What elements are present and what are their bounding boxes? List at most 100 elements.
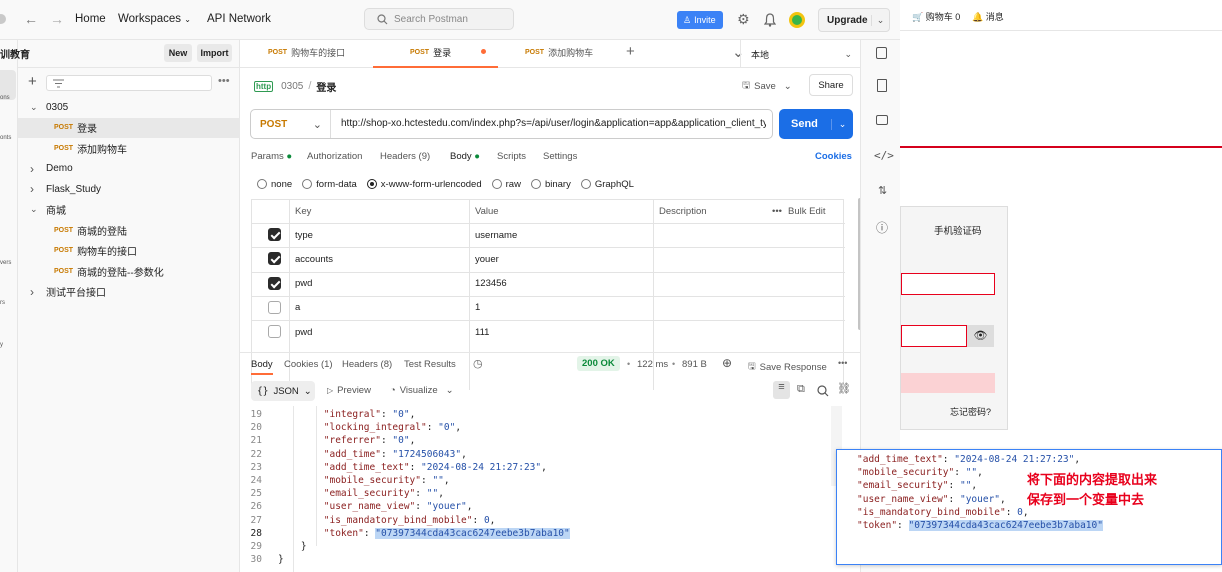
body-type-option[interactable]: none	[257, 179, 292, 190]
param-key[interactable]: pwd	[289, 272, 469, 296]
tree-folder[interactable]: › Demo	[18, 159, 240, 180]
share-button[interactable]: Share	[809, 74, 853, 96]
json-value[interactable]: "1724506043"	[392, 449, 461, 460]
json-value[interactable]: "07397344cda43cac6247eebe3b7aba10"	[375, 527, 570, 539]
param-value[interactable]: 123456	[469, 272, 653, 296]
save-button[interactable]: 🖫 Save ⌄	[742, 76, 792, 96]
environment-selector[interactable]: 本地 ⌄	[741, 40, 860, 68]
response-tab-headers[interactable]: Headers (8)	[342, 359, 392, 370]
chevron-down-icon[interactable]: ⌄	[831, 118, 853, 130]
search-bar[interactable]: Search Postman	[364, 8, 514, 30]
param-key[interactable]: type	[289, 223, 469, 247]
forward-arrow-icon[interactable]: →	[50, 11, 64, 27]
json-value[interactable]: "youer"	[960, 494, 1000, 505]
rail-label-collections[interactable]: ons	[0, 95, 10, 101]
code-snippet-icon[interactable]: </>	[874, 149, 894, 162]
body-type-option[interactable]: x-www-form-urlencoded	[366, 179, 482, 190]
tree-folder[interactable]: ⌄ 商城	[18, 200, 240, 221]
url-input[interactable]: http://shop-xo.hctestedu.com/index.php?s…	[341, 118, 766, 129]
search-icon[interactable]	[817, 385, 829, 397]
link-icon[interactable]: ⛓	[837, 382, 851, 395]
json-value[interactable]: ""	[427, 488, 438, 499]
account-input[interactable]	[901, 273, 995, 295]
breadcrumb-parent[interactable]: 0305	[281, 81, 303, 92]
response-time[interactable]: 122 ms	[637, 359, 668, 370]
body-type-option[interactable]: form-data	[302, 179, 357, 190]
subtab-authorization[interactable]: Authorization	[307, 151, 362, 162]
response-tab-body[interactable]: Body	[251, 359, 273, 375]
subtab-settings[interactable]: Settings	[543, 151, 577, 162]
tab-cart-api[interactable]: POST 购物车的接口	[268, 40, 345, 64]
format-selector[interactable]: {} JSON ⌄	[251, 381, 315, 401]
param-description[interactable]	[653, 247, 845, 271]
notification-bell-icon[interactable]	[764, 13, 776, 27]
tree-folder[interactable]: › 测试平台接口	[18, 282, 240, 303]
param-description[interactable]	[653, 296, 845, 320]
json-value[interactable]: "07397344cda43cac6247eebe3b7aba10"	[908, 519, 1103, 531]
param-key[interactable]: pwd	[289, 320, 469, 344]
param-description[interactable]	[653, 272, 845, 296]
param-checkbox[interactable]	[268, 252, 281, 266]
param-key[interactable]: accounts	[289, 247, 469, 271]
subtab-params[interactable]: Params ●	[251, 151, 292, 162]
api-network-link[interactable]: API Network	[207, 13, 271, 25]
forgot-password-link[interactable]: 忘记密码?	[950, 405, 991, 418]
response-size[interactable]: 891 B	[682, 359, 707, 370]
tree-request[interactable]: POST 商城的登陆--参数化	[18, 261, 240, 282]
messages-link[interactable]: 🔔 消息	[972, 10, 1004, 23]
response-body-code[interactable]: 19 "integral": "0", 20 "locking_integral"…	[240, 408, 840, 566]
tree-request[interactable]: POST 商城的登陆	[18, 220, 240, 241]
tab-add-cart[interactable]: POST 添加购物车	[525, 40, 593, 64]
json-value[interactable]: "0"	[392, 409, 409, 420]
save-response-button[interactable]: 🖫 Save Response	[748, 359, 827, 375]
invite-button[interactable]: ♙ Invite	[677, 11, 723, 29]
rail-label-monitors[interactable]: rs	[0, 300, 5, 306]
visualize-button[interactable]: ◔ Visualize ⌄	[390, 385, 454, 396]
chevron-down-icon[interactable]: ⌄	[784, 81, 792, 92]
json-value[interactable]: ""	[966, 467, 977, 478]
subtab-body[interactable]: Body ●	[450, 151, 480, 162]
param-value[interactable]: youer	[469, 247, 653, 271]
window-control-icon[interactable]	[0, 14, 6, 24]
body-type-option[interactable]: raw	[491, 179, 521, 190]
bulk-edit-button[interactable]: ••• Bulk Edit	[766, 200, 825, 223]
comments-icon[interactable]	[876, 115, 888, 125]
json-value[interactable]: "2024-08-24 21:27:23"	[421, 462, 541, 473]
param-value[interactable]: 1	[469, 296, 653, 320]
info-icon[interactable]: ⓘ	[876, 219, 888, 236]
settings-gear-icon[interactable]: ⚙	[737, 11, 750, 28]
subtab-scripts[interactable]: Scripts	[497, 151, 526, 162]
response-tab-cookies[interactable]: Cookies (1)	[284, 359, 333, 370]
workspaces-menu[interactable]: Workspaces ⌄	[118, 13, 191, 25]
body-type-option[interactable]: binary	[530, 179, 571, 190]
response-tab-test-results[interactable]: Test Results	[404, 359, 456, 370]
json-value[interactable]: ""	[432, 475, 443, 486]
globe-network-icon[interactable]: ⊕	[722, 356, 732, 370]
tree-folder[interactable]: ⌄ 0305	[18, 97, 240, 118]
tree-request[interactable]: POST 登录	[18, 117, 240, 138]
tree-request[interactable]: POST 添加购物车	[18, 138, 240, 159]
json-value[interactable]: "0"	[438, 422, 455, 433]
param-checkbox[interactable]	[268, 300, 281, 314]
json-value[interactable]: "youer"	[427, 501, 467, 512]
more-options-icon[interactable]: •••	[838, 358, 847, 368]
copy-icon[interactable]: ⧉	[797, 383, 805, 396]
status-badge[interactable]: 200 OK	[577, 356, 620, 371]
json-value[interactable]: "0"	[392, 435, 409, 446]
eye-icon[interactable]: 👁	[967, 325, 994, 347]
documentation-icon[interactable]	[876, 47, 887, 59]
more-options-icon[interactable]: •••	[218, 75, 230, 87]
new-button[interactable]: New	[164, 44, 192, 62]
new-tab-plus-icon[interactable]: +	[626, 43, 635, 60]
json-value[interactable]: "2024-08-24 21:27:23"	[954, 454, 1074, 465]
preview-button[interactable]: ▷ Preview	[327, 385, 371, 396]
breadcrumb-current[interactable]: 登录	[316, 79, 336, 94]
sms-login-tab[interactable]: 手机验证码	[934, 223, 982, 237]
param-value[interactable]: username	[469, 223, 653, 247]
json-value[interactable]: ""	[960, 480, 971, 491]
body-type-option[interactable]: GraphQL	[580, 179, 634, 190]
param-checkbox[interactable]	[268, 325, 281, 339]
param-description[interactable]	[653, 320, 845, 344]
cart-link[interactable]: 🛒 购物车 0	[912, 10, 960, 23]
param-value[interactable]: 111	[469, 320, 653, 344]
